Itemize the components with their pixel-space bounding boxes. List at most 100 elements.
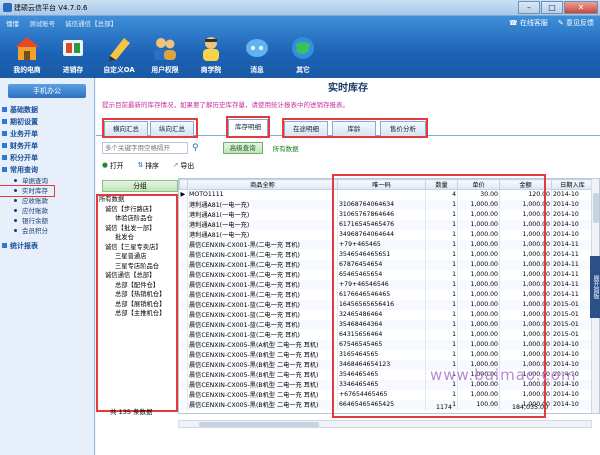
column-header[interactable]: 唯一码: [337, 179, 426, 190]
sidebar-subitem[interactable]: 应收账款: [0, 196, 94, 206]
minimize-button[interactable]: –: [518, 1, 540, 14]
sidebar-group[interactable]: 基础数据: [0, 104, 94, 116]
toolbar-globe-button[interactable]: 其它: [280, 34, 326, 74]
table-cell: 31068764064634: [337, 199, 426, 210]
table-cell: +79+46546546: [337, 279, 426, 290]
table-cell: [337, 189, 426, 200]
tree-node[interactable]: 诚信【步行路店】: [97, 205, 177, 215]
tab-price-analysis[interactable]: 售价分析: [380, 121, 426, 136]
tree-node[interactable]: 三星专店阶品仓: [97, 262, 177, 272]
sidebar-group[interactable]: 积分开单: [0, 152, 94, 164]
table-cell: 1,000.00: [499, 269, 552, 280]
table-row[interactable]: 晨信CENXIN-CX001-蓝(二电一充 耳机) 64315656464 1 1,0…: [179, 329, 594, 340]
sidebar-subitem[interactable]: 应付账款: [0, 206, 94, 216]
mobile-office-button[interactable]: 手机办公: [8, 84, 86, 98]
tree-node[interactable]: 批发仓: [97, 233, 177, 243]
table-cell: 2015-01: [551, 309, 594, 320]
sidebar-group[interactable]: 常用查询: [0, 164, 94, 176]
tree-node[interactable]: 总部【展销机仓】: [97, 300, 177, 310]
toolbar-users-button[interactable]: 用户权限: [142, 34, 188, 74]
feedback-link[interactable]: ✎ 意见反馈: [558, 18, 594, 28]
column-header[interactable]: [179, 179, 188, 190]
tree-node[interactable]: 诚信【批发一部】: [97, 224, 177, 234]
tree-node[interactable]: 诚信【三星专卖店】: [97, 243, 177, 253]
expand-panel-tab[interactable]: 展开面板: [590, 256, 600, 318]
table-row[interactable]: 晨信CENXIN-CX001-黑(二电一充 耳机) +79+46546546 1 1,…: [179, 279, 594, 290]
tree-node[interactable]: 总部【热销机仓】: [97, 290, 177, 300]
toolbar-message-button[interactable]: 消息: [234, 34, 280, 74]
table-row[interactable]: 晨信CENXIN-CX001-黑(二电一充 耳机) 35465464656S1 1 1…: [179, 249, 594, 260]
open-button[interactable]: ● 打开: [102, 160, 124, 170]
sidebar-subitem[interactable]: 实时库存: [0, 185, 55, 197]
tab-horizontal-summary[interactable]: 横向汇总: [104, 121, 148, 136]
table-row[interactable]: 晨信CENXIN-CX001-蓝(二电一充 耳机) 16456565656416 1…: [179, 299, 594, 310]
table-cell: 1,000.00: [457, 209, 500, 220]
table-row[interactable]: 港利通A81(一电一充) 31068764064634 1 1,000.00 1,000…: [179, 199, 594, 210]
table-cell: [179, 259, 188, 270]
table-cell: 港利通A81(一电一充): [187, 209, 338, 220]
table-row[interactable]: 晨信CENXIN-CX005-黑(B机型 二电一充 耳机) +6765446546…: [179, 389, 594, 400]
tree-node[interactable]: 三星普通店: [97, 252, 177, 262]
table-cell: 6176646546465: [337, 289, 426, 300]
table-row[interactable]: 晨信CENXIN-CX005-黑(B机型 二电一充 耳机) 3165464565 1…: [179, 349, 594, 360]
table-row[interactable]: 晨信CENXIN-CX001-黑(二电一充 耳机) +79+465465 1 1,00…: [179, 239, 594, 250]
sort-button[interactable]: ⇅ 排序: [138, 160, 159, 170]
record-count: 共 135 条数据: [110, 408, 153, 416]
teacher-icon: [196, 34, 226, 62]
toolbar-cart-button[interactable]: 进销存: [50, 34, 96, 74]
sidebar-group[interactable]: 统计报表: [0, 240, 94, 252]
search-input[interactable]: [102, 142, 188, 154]
toolbar-teacher-button[interactable]: 商学院: [188, 34, 234, 74]
table-row[interactable]: 晨信CENXIN-CX001-蓝(二电一充 耳机) 32465486464 1 1,0…: [179, 309, 594, 320]
advanced-search-button[interactable]: 高级查询: [222, 142, 263, 154]
main-panel: 实时库存 提示目前最新的库存情况，如果要了解历史库存量，请使用统计报表中的进销存…: [96, 78, 600, 455]
tree-node[interactable]: 总部【配件仓】: [97, 281, 177, 291]
toolbar-pencil-button[interactable]: 自定义OA: [96, 34, 142, 74]
tree-node[interactable]: 所有数据: [97, 195, 177, 205]
sidebar-subitem[interactable]: 银行余额: [0, 216, 94, 226]
table-row[interactable]: 晨信CENXIN-CX001-黑(二电一充 耳机) 6176646546465 1 1…: [179, 289, 594, 300]
tree-node[interactable]: 体验店阶品仓: [97, 214, 177, 224]
close-button[interactable]: ✕: [564, 1, 598, 14]
column-header[interactable]: 单价: [457, 179, 500, 190]
group-button[interactable]: 分组: [102, 180, 178, 192]
toolbar-home-button[interactable]: 我的电商: [4, 34, 50, 74]
table-cell: 1: [425, 229, 458, 240]
tab-vertical-summary[interactable]: 纵向汇总: [150, 121, 194, 136]
tab-stock-age[interactable]: 库龄: [332, 121, 376, 136]
column-header[interactable]: 数量: [425, 179, 458, 190]
table-row[interactable]: 晨信CENXIN-CX001-黑(二电一充 耳机) 65465465654 1 1,0…: [179, 269, 594, 280]
table-row[interactable]: 港利通A81(一电一充) 31065767864646 1 1,000.00 1,000…: [179, 209, 594, 220]
table-row[interactable]: 晨信CENXIN-CX001-黑(二电一充 耳机) 67876454654 1 1,0…: [179, 259, 594, 270]
table-row[interactable]: 港利通A81(一电一充) 34968764064644 1 1,000.00 1,000…: [179, 229, 594, 240]
search-icon[interactable]: ⚲: [192, 143, 199, 153]
table-cell: 1: [425, 319, 458, 330]
table-row[interactable]: 晨信CENXIN-CX001-蓝(二电一充 耳机) 35468464364 1 1,0…: [179, 319, 594, 330]
sidebar-subitem[interactable]: 会员积分: [0, 226, 94, 236]
export-button[interactable]: ↗ 导出: [173, 160, 194, 170]
tab-in-transit[interactable]: 在途明细: [284, 121, 328, 136]
sidebar-group[interactable]: 业务开单: [0, 128, 94, 140]
horizontal-scrollbar[interactable]: [178, 420, 592, 428]
maximize-button[interactable]: □: [541, 1, 563, 14]
sidebar-group[interactable]: 期初设置: [0, 116, 94, 128]
table-row[interactable]: 晨信CENXIN-CX005-黑(A机型 二电一充 耳机) 67546545465…: [179, 339, 594, 350]
tree-node[interactable]: 诚信通信【总部】: [97, 271, 177, 281]
table-row[interactable]: ▶ MOTO1111 4 30.00 120.00 2014-10: [179, 189, 594, 200]
column-header[interactable]: 日期入库: [551, 179, 594, 190]
table-cell: 1: [425, 259, 458, 270]
table-cell: 晨信CENXIN-CX005-黑(B机型 二电一充 耳机): [187, 359, 338, 370]
online-service-link[interactable]: ☎ 在线客服: [509, 18, 548, 28]
table-cell: [179, 199, 188, 210]
table-cell: 2014-11: [551, 259, 594, 270]
sidebar-subitem[interactable]: 单据查询: [0, 176, 94, 186]
tab-stock-detail[interactable]: 库存明细: [228, 119, 268, 137]
table-row[interactable]: 港利通A81(一电一充) 61716545465476 1 1,000.00 1,000…: [179, 219, 594, 230]
sidebar-group[interactable]: 财务开单: [0, 140, 94, 152]
tree-node[interactable]: 总部【主推机仓】: [97, 309, 177, 319]
toolbar-label: 用户权限: [151, 66, 179, 74]
table-cell: 2014-10: [551, 339, 594, 350]
table-cell: 1,000.00: [499, 249, 552, 260]
column-header[interactable]: 商品全称: [187, 179, 338, 190]
column-header[interactable]: 金额: [499, 179, 552, 190]
